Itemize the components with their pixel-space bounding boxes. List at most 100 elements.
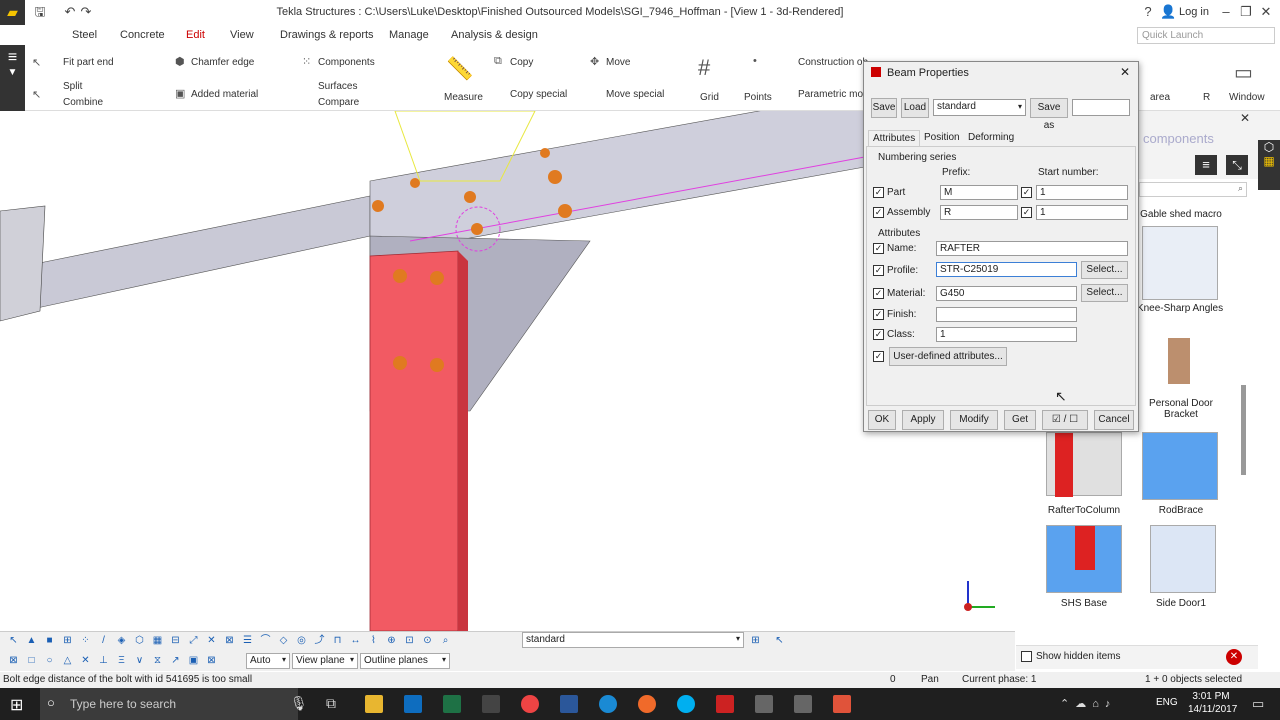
cancel-button[interactable]: Cancel bbox=[1094, 410, 1134, 430]
quick-launch-input[interactable]: Quick Launch bbox=[1137, 27, 1275, 44]
snap-nearest-icon[interactable]: △ bbox=[60, 653, 75, 668]
assembly-start-field[interactable]: 1 bbox=[1036, 205, 1128, 220]
gallery-item-label[interactable]: RodBrace bbox=[1140, 505, 1222, 516]
pointer-settings-icon[interactable]: ↖ bbox=[772, 633, 787, 648]
save-button[interactable]: Save bbox=[871, 98, 897, 118]
chevron-down-icon[interactable]: ▼ bbox=[0, 67, 25, 78]
profile-select-button[interactable]: Select... bbox=[1081, 261, 1128, 279]
combine-button[interactable]: Combine bbox=[63, 97, 103, 108]
applications-icon[interactable]: ▦ bbox=[1258, 154, 1280, 168]
r-button[interactable]: R bbox=[1203, 92, 1210, 103]
snap-free-icon[interactable]: ⧖ bbox=[150, 653, 165, 668]
select-loads-icon[interactable]: ✕ bbox=[204, 633, 219, 648]
snap-ortho-icon[interactable]: ⊠ bbox=[204, 653, 219, 668]
select-grids-icon[interactable]: ⁘ bbox=[78, 633, 93, 648]
snap-extension-icon[interactable]: ∨ bbox=[132, 653, 147, 668]
move-special-button[interactable]: Move special bbox=[606, 89, 664, 100]
part-start-field[interactable]: 1 bbox=[1036, 185, 1128, 200]
gallery-item-label[interactable]: SHS Base bbox=[1040, 598, 1128, 609]
surfaces-button[interactable]: Surfaces bbox=[318, 81, 357, 92]
finish-checkbox[interactable]: ✓ bbox=[873, 309, 884, 320]
user-defined-checkbox[interactable]: ✓ bbox=[873, 351, 884, 362]
copy-special-button[interactable]: Copy special bbox=[510, 89, 567, 100]
profile-checkbox[interactable]: ✓ bbox=[873, 265, 884, 276]
menu-manage[interactable]: Manage bbox=[389, 29, 429, 41]
assembly-checkbox[interactable]: ✓ bbox=[873, 207, 884, 218]
finish-field[interactable] bbox=[936, 307, 1077, 322]
language-indicator[interactable]: ENG bbox=[1156, 697, 1178, 708]
taskbar-search-input[interactable]: Type here to search bbox=[40, 688, 298, 720]
select-points-icon[interactable]: ⊞ bbox=[60, 633, 75, 648]
filter-settings-icon[interactable]: ⊞ bbox=[748, 633, 763, 648]
side-door-thumb[interactable] bbox=[1150, 525, 1216, 593]
windows-start-icon[interactable]: ⊞ bbox=[10, 695, 23, 715]
gallery-item-label[interactable]: Knee-Sharp Angles bbox=[1136, 303, 1224, 314]
tab-position[interactable]: Position bbox=[920, 130, 964, 146]
load-button[interactable]: Load bbox=[901, 98, 929, 118]
menu-edit[interactable]: Edit bbox=[186, 29, 205, 41]
hide-item-icon[interactable]: ✕ bbox=[1226, 649, 1242, 665]
snap-grid-icon[interactable]: ▣ bbox=[186, 653, 201, 668]
gallery-item-label[interactable]: Personal Door Bracket bbox=[1140, 398, 1222, 420]
skype-icon[interactable] bbox=[677, 695, 695, 713]
material-select-button[interactable]: Select... bbox=[1081, 284, 1128, 302]
save-as-input[interactable] bbox=[1072, 99, 1130, 116]
tab-attributes[interactable]: Attributes bbox=[868, 130, 921, 146]
part-prefix-field[interactable]: M bbox=[940, 185, 1018, 200]
preset-select[interactable]: standard ▾ bbox=[933, 99, 1026, 116]
snap-intersection-icon[interactable]: ✕ bbox=[78, 653, 93, 668]
select-lines-icon[interactable]: ↔ bbox=[348, 633, 363, 648]
modify-button[interactable]: Modify bbox=[950, 410, 998, 430]
select-surface-icon[interactable]: ■ bbox=[42, 633, 57, 648]
select-links-icon[interactable]: ⤴ bbox=[312, 633, 327, 648]
excel-icon[interactable] bbox=[443, 695, 461, 713]
toggle-all-button[interactable]: ☑ / ☐ bbox=[1042, 410, 1088, 430]
help-icon[interactable]: ? bbox=[1140, 4, 1156, 20]
select-edges-icon[interactable]: ⊕ bbox=[384, 633, 399, 648]
snap-mode-select[interactable]: Auto ▾ bbox=[246, 653, 290, 669]
components-button[interactable]: Components bbox=[318, 57, 375, 68]
rafter-to-column-thumb[interactable] bbox=[1046, 432, 1122, 497]
notifications-icon[interactable]: ▭ bbox=[1252, 696, 1264, 712]
menu-analysis-design[interactable]: Analysis & design bbox=[451, 29, 538, 41]
tab-deforming[interactable]: Deforming bbox=[964, 130, 1018, 146]
class-field[interactable]: 1 bbox=[936, 327, 1077, 342]
ok-button[interactable]: OK bbox=[868, 410, 896, 430]
get-button[interactable]: Get bbox=[1004, 410, 1036, 430]
select-reinforcing-icon[interactable]: ⤢ bbox=[186, 633, 201, 648]
part-checkbox[interactable]: ✓ bbox=[873, 187, 884, 198]
edge-icon[interactable] bbox=[599, 695, 617, 713]
close-button[interactable]: ✕ bbox=[1258, 4, 1274, 20]
menu-drawings-reports[interactable]: Drawings & reports bbox=[280, 29, 374, 41]
split-button[interactable]: Split bbox=[63, 81, 82, 92]
window-button[interactable]: Window bbox=[1229, 92, 1265, 103]
rod-brace-thumb[interactable] bbox=[1142, 432, 1218, 500]
parametric-modeling-button[interactable]: Parametric modi bbox=[798, 89, 871, 100]
list-view-icon[interactable]: ≡ bbox=[1195, 155, 1217, 175]
fit-part-end-button[interactable]: Fit part end bbox=[63, 57, 114, 68]
window2-taskbar-icon[interactable] bbox=[794, 695, 812, 713]
panel-close-icon[interactable]: ✕ bbox=[1240, 111, 1250, 125]
catalog-icon[interactable]: ⬡ bbox=[1258, 140, 1280, 154]
user-icon[interactable]: 👤 bbox=[1160, 4, 1176, 20]
assembly-start-checkbox[interactable]: ✓ bbox=[1021, 207, 1032, 218]
copy-button[interactable]: Copy bbox=[510, 57, 533, 68]
assembly-prefix-field[interactable]: R bbox=[940, 205, 1018, 220]
gallery-item-label[interactable]: RafterToColumn bbox=[1040, 505, 1128, 516]
pointer-icon[interactable]: ↖ bbox=[32, 56, 41, 69]
dialog-close-icon[interactable]: ✕ bbox=[1120, 65, 1130, 79]
menu-view[interactable]: View bbox=[230, 29, 254, 41]
material-checkbox[interactable]: ✓ bbox=[873, 288, 884, 299]
firefox-icon[interactable] bbox=[638, 695, 656, 713]
points-button[interactable]: Points bbox=[744, 92, 772, 103]
select-all-icon[interactable]: ↖ bbox=[6, 633, 21, 648]
snap-geometry-icon[interactable]: □ bbox=[24, 653, 39, 668]
login-link[interactable]: Log in bbox=[1179, 6, 1209, 18]
collapse-icon[interactable]: ⤡ bbox=[1226, 155, 1248, 175]
name-field[interactable]: RAFTER bbox=[936, 241, 1128, 256]
measure-button[interactable]: Measure bbox=[444, 92, 483, 103]
snap-line-icon[interactable]: Ξ bbox=[114, 653, 129, 668]
microphone-icon[interactable]: 🎙 bbox=[290, 695, 308, 712]
panel-scrollbar[interactable] bbox=[1241, 385, 1246, 475]
added-material-button[interactable]: Added material bbox=[191, 89, 258, 100]
